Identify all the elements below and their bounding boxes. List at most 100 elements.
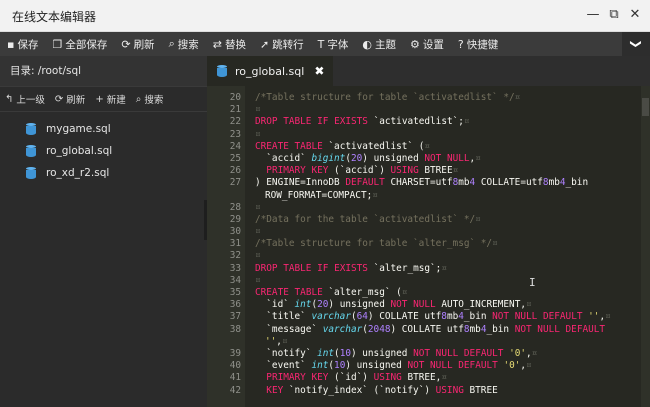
file-list: mygame.sql ro_global.sql ro_xd_r2.sql xyxy=(0,112,207,184)
code-line[interactable]: 27) ENGINE=InnoDB DEFAULT CHARSET=utf8mb… xyxy=(207,177,637,189)
line-text: PRIMARY KEY (`accid`) USING BTREE¤ xyxy=(266,165,459,177)
file-item[interactable]: ro_xd_r2.sql xyxy=(0,162,207,184)
toolbar-button-save[interactable]: ▪ 保存 xyxy=(0,32,45,56)
toolbar-button-theme[interactable]: ◐ 主题 xyxy=(355,32,403,56)
toolbar-button-search[interactable]: ⌕ 搜索 xyxy=(162,32,206,56)
code-line[interactable]: 22 DROP TABLE IF EXISTS `activatedlist`;¤ xyxy=(207,116,637,128)
toolbar-button-font[interactable]: T 字体 xyxy=(311,32,356,56)
arrow-up-icon: ↰ xyxy=(5,93,14,105)
toolbar-more-button[interactable]: ❯ xyxy=(622,32,650,56)
line-text: ¤ xyxy=(255,274,261,286)
tab-ro-global-sql[interactable]: ro_global.sql ✖ xyxy=(207,56,333,86)
line-text: `event` int(10) unsigned NOT NULL DEFAUL… xyxy=(255,360,532,372)
chevron-down-icon: ❯ xyxy=(630,39,643,49)
line-number: 38 xyxy=(229,323,241,335)
line-number: 24 xyxy=(229,140,241,152)
code-line[interactable]: 28 ¤ xyxy=(207,202,637,214)
sidebar-action-search[interactable]: ⌕ 搜索 xyxy=(131,92,169,107)
code-line[interactable]: 21 ¤ xyxy=(207,104,637,116)
code-line[interactable]: 33 DROP TABLE IF EXISTS `alter_msg`;¤ xyxy=(207,263,637,275)
search-icon: ⌕ xyxy=(168,37,175,50)
line-text: `id` int(20) unsigned NOT NULL AUTO_INCR… xyxy=(255,299,532,311)
code-line[interactable]: 31 /*Table structure for table `alter_msg… xyxy=(207,238,637,250)
toolbar-button-replace[interactable]: ⇄ 替换 xyxy=(206,32,253,56)
line-text: CREATE TABLE `alter_msg` (¤ xyxy=(255,287,408,298)
maximize-button[interactable]: ⧉ xyxy=(605,6,623,24)
code-line[interactable]: 39 `notify` int(10) unsigned NOT NULL DE… xyxy=(207,348,637,360)
save-icon: ▪ xyxy=(7,37,15,51)
file-item[interactable]: ro_global.sql xyxy=(0,140,207,162)
toolbar-button-goto-line[interactable]: ➚ 跳转行 xyxy=(253,32,311,56)
sidebar-actions: ↰ 上一级 ⟳ 刷新 + 新建 ⌕ 搜索 xyxy=(0,86,207,112)
line-number: 32 xyxy=(229,250,241,262)
code-line[interactable]: 24 CREATE TABLE `activatedlist` (¤ xyxy=(207,141,637,153)
line-number: 25 xyxy=(229,152,241,164)
code-line[interactable]: 34 ¤ xyxy=(207,275,637,287)
toolbar-button-help[interactable]: ? 快捷键 xyxy=(451,32,505,56)
line-text: '',¤ xyxy=(265,335,288,347)
code-line[interactable]: 23 ¤ xyxy=(207,129,637,141)
code-content[interactable]: 20 /*Table structure for table `activated… xyxy=(207,92,637,397)
line-text: ¤ xyxy=(255,128,261,140)
database-icon xyxy=(26,145,36,157)
line-number: 41 xyxy=(229,372,241,384)
directory-path: 目录: /root/sql xyxy=(0,56,207,86)
search-icon: ⌕ xyxy=(135,93,142,105)
code-line[interactable]: 38 `message` varchar(2048) COLLATE utf8m… xyxy=(207,324,637,336)
code-line[interactable]: 26 PRIMARY KEY (`accid`) USING BTREE¤ xyxy=(207,165,637,177)
refresh-icon: ⟳ xyxy=(54,93,64,105)
close-icon[interactable]: ✖ xyxy=(314,64,324,78)
toolbar-button-gear[interactable]: ⚙ 设置 xyxy=(403,32,451,56)
line-number: 20 xyxy=(229,92,241,103)
plus-icon: + xyxy=(95,93,104,105)
code-line[interactable]: 29 /*Data for the table `activatedlist` *… xyxy=(207,214,637,226)
code-line[interactable]: 40 `event` int(10) unsigned NOT NULL DEF… xyxy=(207,360,637,372)
window-title: 在线文本编辑器 xyxy=(12,10,97,24)
code-line[interactable]: 41 PRIMARY KEY (`id`) USING BTREE,¤ xyxy=(207,372,637,384)
toolbar-button-save-all[interactable]: ❐ 全部保存 xyxy=(45,32,114,56)
line-text: `title` varchar(64) COLLATE utf8mb4_bin … xyxy=(255,311,611,323)
toolbar-button-label: 设置 xyxy=(422,38,444,51)
code-line[interactable]: 35 CREATE TABLE `alter_msg` (¤ xyxy=(207,287,637,299)
scrollbar-thumb[interactable] xyxy=(642,98,649,116)
line-text: CREATE TABLE `activatedlist` (¤ xyxy=(255,140,431,152)
code-line[interactable]: 42 KEY `notify_index` (`notify`) USING B… xyxy=(207,385,637,397)
line-text: `accid` bigint(20) unsigned NOT NULL,¤ xyxy=(255,152,481,164)
line-number: 21 xyxy=(229,104,241,116)
line-number: 30 xyxy=(229,226,241,238)
tab-bar: ro_global.sql ✖ xyxy=(207,56,650,86)
code-line[interactable]: '',¤ xyxy=(207,336,637,348)
line-text: /*Table structure for table `alter_msg` … xyxy=(255,238,498,250)
code-line[interactable]: 36 `id` int(20) unsigned NOT NULL AUTO_I… xyxy=(207,299,637,311)
line-text: `message` varchar(2048) COLLATE utf8mb4_… xyxy=(255,323,606,335)
line-number: 34 xyxy=(229,274,241,286)
line-text: DROP TABLE IF EXISTS `activatedlist`;¤ xyxy=(255,116,470,128)
gear-icon: ⚙ xyxy=(410,37,420,51)
help-icon: ? xyxy=(457,37,464,51)
sidebar-action-label: 新建 xyxy=(106,95,126,106)
file-item[interactable]: mygame.sql xyxy=(0,118,207,140)
line-number: 29 xyxy=(229,213,241,225)
code-line[interactable]: 20 /*Table structure for table `activated… xyxy=(207,92,637,104)
font-icon: T xyxy=(317,37,325,51)
toolbar-button-label: 替换 xyxy=(224,38,246,51)
vertical-scrollbar[interactable] xyxy=(641,86,650,407)
code-line[interactable]: 25 `accid` bigint(20) unsigned NOT NULL,… xyxy=(207,153,637,165)
sidebar-action-refresh[interactable]: ⟳ 刷新 xyxy=(50,92,90,107)
code-line[interactable]: 30 ¤ xyxy=(207,226,637,238)
minimize-button[interactable]: — xyxy=(584,6,602,24)
sidebar-action-arrow-up[interactable]: ↰ 上一级 xyxy=(0,92,50,107)
code-line[interactable]: ROW_FORMAT=COMPACT;¤ xyxy=(207,190,637,202)
sidebar: 目录: /root/sql ↰ 上一级 ⟳ 刷新 + 新建 ⌕ 搜索 mygame.sql ro… xyxy=(0,56,207,407)
toolbar-button-refresh[interactable]: ⟳ 刷新 xyxy=(114,32,161,56)
code-line[interactable]: 32 ¤ xyxy=(207,250,637,262)
line-text: KEY `notify_index` (`notify`) USING BTRE… xyxy=(266,384,498,396)
sidebar-action-plus[interactable]: + 新建 xyxy=(90,92,130,107)
line-number: 37 xyxy=(229,311,241,323)
code-line[interactable]: 37 `title` varchar(64) COLLATE utf8mb4_b… xyxy=(207,311,637,323)
sidebar-action-label: 搜索 xyxy=(144,95,164,106)
code-editor[interactable]: 20 /*Table structure for table `activated… xyxy=(207,86,650,407)
toolbar-button-label: 主题 xyxy=(375,38,397,51)
sidebar-action-label: 上一级 xyxy=(16,95,45,106)
close-button[interactable]: ✕ xyxy=(626,6,644,24)
